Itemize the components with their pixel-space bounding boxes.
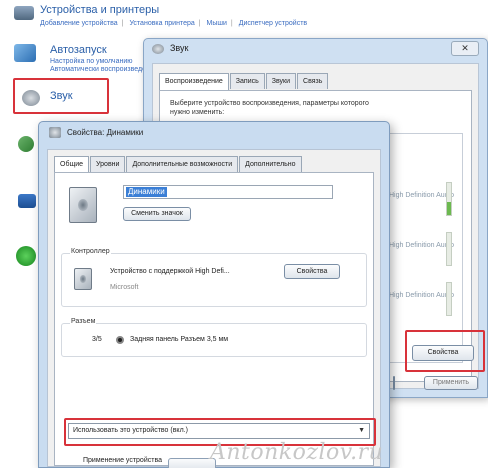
controller-vendor: Microsoft [110, 284, 139, 291]
autoplay-sub2[interactable]: Автоматически воспроизведение [50, 66, 158, 73]
tab-sounds[interactable]: Звуки [265, 73, 297, 89]
jack-icon [116, 336, 124, 344]
jacks-channels: 3/5 [92, 336, 102, 343]
apply-button[interactable]: Применить [424, 376, 478, 390]
tab-enhancements[interactable]: Дополнительные возможности [126, 156, 239, 172]
ok-button[interactable]: OK [393, 376, 395, 390]
level-meter-2 [446, 232, 452, 266]
device-row-3[interactable]: High Definition Audio [389, 292, 454, 299]
tab-recording[interactable]: Запись [229, 73, 265, 89]
jacks-label: Разъем [70, 318, 97, 325]
tab-advanced[interactable]: Дополнительно [239, 156, 302, 172]
device-name-input[interactable]: Динамики [123, 185, 333, 199]
add-device-link[interactable]: Добавление устройства [40, 20, 118, 27]
properties-highlight-frame [405, 330, 485, 372]
sound-window-icon [152, 44, 164, 54]
level-meter-3 [446, 282, 452, 316]
properties-window-title: Свойства: Динамики [67, 128, 144, 137]
controller-group: Контроллер Устройство с поддержкой High … [61, 248, 367, 307]
network-icon [16, 246, 36, 266]
device-manager-link[interactable]: Диспетчер устройств [239, 20, 307, 27]
autoplay-title[interactable]: Автозапуск [50, 44, 107, 56]
tab-general[interactable]: Общие [54, 156, 90, 173]
add-printer-link[interactable]: Установка принтера [129, 20, 194, 27]
tab-levels[interactable]: Уровни [90, 156, 126, 172]
controller-label: Контроллер [70, 248, 111, 255]
properties-window: Свойства: Динамики Общие Уровни Дополнит… [38, 121, 390, 468]
ease-of-access-icon [18, 136, 34, 152]
mouse-link[interactable]: Мыши [207, 20, 227, 27]
tab-communications[interactable]: Связь [297, 73, 329, 89]
sound-highlight-frame [13, 78, 109, 114]
device-name-value: Динамики [126, 187, 167, 197]
watermark: Antonkozlov.ru [210, 440, 384, 465]
level-meter-1 [446, 182, 452, 216]
playback-description: Выберите устройство воспроизведения, пар… [170, 100, 369, 116]
sound-window-title: Звук [170, 43, 189, 53]
jacks-group: Разъем 3/5 Задняя панель Разъем 3,5 мм [61, 318, 367, 357]
controller-icon [74, 268, 92, 290]
autoplay-icon [14, 44, 36, 62]
device-row-2[interactable]: High Definition Audio [389, 242, 454, 249]
devices-printers-title[interactable]: Устройства и принтеры [40, 4, 159, 16]
device-usage-label: Применение устройства [83, 457, 162, 464]
jack-description: Задняя панель Разъем 3,5 мм [130, 336, 229, 343]
properties-window-icon [49, 127, 61, 138]
properties-tabs: Общие Уровни Дополнительные возможности … [54, 156, 303, 173]
device-row-1[interactable]: High Definition Audio [389, 192, 454, 199]
sound-tabs: Воспроизведение Запись Звуки Связь [159, 73, 329, 90]
speaker-icon [69, 187, 97, 223]
devices-links: Добавление устройства | Установка принтер… [40, 20, 308, 27]
autoplay-sub1[interactable]: Настройка по умолчанию [50, 58, 133, 65]
controller-properties-button[interactable]: Свойства [284, 264, 340, 279]
devices-printers-icon [14, 6, 34, 20]
tab-playback[interactable]: Воспроизведение [159, 73, 229, 90]
dialog-bottom-button[interactable] [168, 458, 216, 468]
display-icon [18, 194, 36, 208]
controller-device: Устройство с поддержкой High Defi... [110, 268, 230, 275]
change-icon-button[interactable]: Сменить значок [123, 207, 191, 221]
sound-close-button[interactable]: ✕ [451, 41, 479, 56]
